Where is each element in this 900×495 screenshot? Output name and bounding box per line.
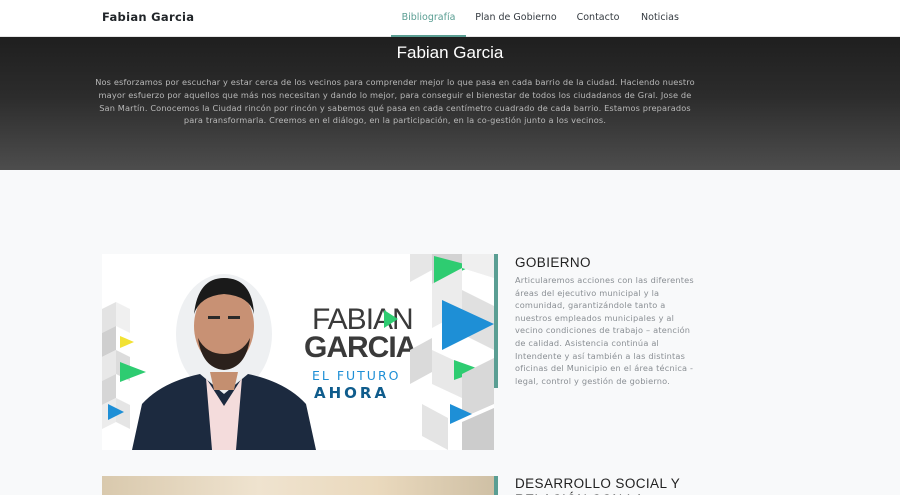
nav-link-plan-de-gobierno[interactable]: Plan de Gobierno	[472, 0, 560, 37]
section-title-desarrollo-social: DESARROLLO SOCIAL Y RELACIÓN CON LA	[515, 476, 680, 495]
banner-slogan-line1: EL FUTURO	[312, 368, 400, 383]
section-text-gobierno: Articularemos acciones con las diferente…	[515, 275, 694, 386]
navbar: Fabian Garcia Bibliografía Plan de Gobie…	[0, 0, 900, 37]
section-accent-bar	[494, 254, 498, 388]
hero-description: Nos esforzamos por escuchar y estar cerc…	[95, 77, 695, 126]
banner-slogan-line2: AHORA	[314, 384, 389, 402]
section-title-gobierno: GOBIERNO	[515, 255, 591, 270]
candidate-banner-image: FABIAN GARCIA EL FUTURO AHORA	[102, 254, 494, 450]
nav-link-noticias[interactable]: Noticias	[634, 0, 686, 37]
brand-logo-text[interactable]: Fabian Garcia	[102, 10, 194, 24]
nav-link-contacto[interactable]: Contacto	[570, 0, 626, 37]
hero-banner: Fabian Garcia Nos esforzamos por escucha…	[0, 37, 900, 170]
nav-link-bibliografia[interactable]: Bibliografía	[391, 0, 466, 37]
hero-title: Fabian Garcia	[396, 43, 504, 62]
section-accent-bar	[494, 476, 498, 495]
social-development-image	[102, 476, 494, 495]
banner-name-line2: GARCIA	[304, 331, 417, 364]
